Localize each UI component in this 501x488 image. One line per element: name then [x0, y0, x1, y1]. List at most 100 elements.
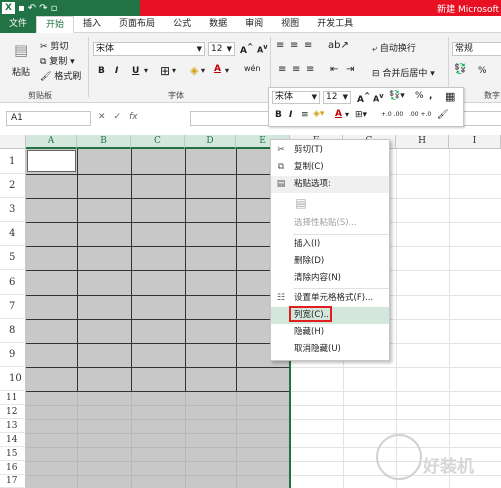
mini-font-name-select[interactable]: 宋体 ▼: [272, 91, 320, 104]
redo-icon[interactable]: ↷: [39, 3, 47, 14]
decrease-indent-icon[interactable]: ⇤: [330, 64, 338, 75]
borders-icon[interactable]: ⊞: [160, 64, 170, 78]
mini-decrease-decimal-button[interactable]: .00 +.0: [409, 111, 431, 118]
fill-color-dropdown-icon[interactable]: ▾: [201, 66, 205, 75]
increase-indent-icon[interactable]: ⇥: [346, 64, 354, 75]
percent-style-button[interactable]: %: [478, 66, 487, 76]
mini-increase-decimal-button[interactable]: +.0 .00: [381, 111, 403, 118]
format-painter-button[interactable]: 🖌 格式刷: [40, 69, 81, 82]
align-bottom-icon[interactable]: ≡: [304, 40, 312, 51]
mini-italic-button[interactable]: I: [289, 110, 292, 120]
align-top-icon[interactable]: ≡: [276, 40, 284, 51]
paste-icon[interactable]: ▤: [14, 41, 28, 59]
active-cell-a1[interactable]: [27, 150, 76, 172]
menu-item-insert[interactable]: 插入(I): [271, 236, 389, 253]
column-header-d[interactable]: D: [185, 135, 236, 149]
menu-item-delete[interactable]: 删除(D): [271, 253, 389, 270]
row-header-9[interactable]: 9: [0, 343, 26, 367]
row-header-6[interactable]: 6: [0, 270, 26, 295]
font-color-button[interactable]: A: [214, 64, 221, 74]
row-header-16[interactable]: 16: [0, 461, 26, 475]
tab-home[interactable]: 开始: [36, 16, 75, 33]
mini-font-color-button[interactable]: A: [335, 109, 342, 119]
column-header-i[interactable]: I: [449, 135, 501, 149]
menu-item-format-cells[interactable]: ☷ 设置单元格格式(F)...: [271, 290, 389, 307]
tab-file[interactable]: 文件: [0, 16, 37, 33]
tab-formulas[interactable]: 公式: [164, 16, 200, 33]
row-header-8[interactable]: 8: [0, 319, 26, 343]
row-header-10[interactable]: 10: [0, 367, 26, 391]
menu-item-paste-special[interactable]: 选择性粘贴(S)...: [271, 215, 389, 232]
font-color-dropdown-icon[interactable]: ▾: [225, 66, 229, 75]
cut-button[interactable]: ✂ 剪切: [40, 39, 68, 52]
grow-font-button[interactable]: A^: [240, 42, 253, 56]
menu-item-clear-contents[interactable]: 清除内容(N): [271, 270, 389, 287]
merge-center-button[interactable]: ⊟ 合并后居中 ▾: [372, 66, 435, 79]
enter-icon[interactable]: ✓: [114, 112, 122, 122]
mini-accounting-icon[interactable]: 💱▾: [389, 91, 405, 101]
mini-percent-button[interactable]: %: [415, 91, 424, 101]
row-header-4[interactable]: 4: [0, 222, 26, 246]
underline-dropdown-icon[interactable]: ▾: [144, 66, 148, 75]
mini-fill-color-icon[interactable]: ◈▾: [313, 109, 324, 119]
font-size-select[interactable]: 12 ▼: [208, 42, 235, 56]
row-header-15[interactable]: 15: [0, 447, 26, 461]
tab-review[interactable]: 审阅: [236, 16, 272, 33]
align-middle-icon[interactable]: ≡: [290, 40, 298, 51]
italic-button[interactable]: I: [115, 66, 118, 76]
cancel-icon[interactable]: ✕: [98, 112, 106, 122]
mini-format-painter-icon[interactable]: 🖌: [437, 110, 448, 120]
column-header-a[interactable]: A: [26, 135, 77, 149]
borders-dropdown-icon[interactable]: ▾: [172, 66, 176, 75]
bold-button[interactable]: B: [98, 66, 105, 76]
paste-button[interactable]: 粘贴: [12, 65, 30, 78]
accounting-format-icon[interactable]: 💱: [454, 64, 466, 75]
mini-format-icon[interactable]: ▦: [445, 90, 455, 103]
tab-data[interactable]: 数据: [200, 16, 236, 33]
underline-button[interactable]: U: [132, 66, 139, 76]
insert-function-icon[interactable]: fx: [129, 112, 138, 122]
orientation-icon[interactable]: ab↗: [328, 40, 349, 51]
mini-font-color-dropdown-icon[interactable]: ▾: [345, 110, 349, 119]
menu-item-cut[interactable]: ✂ 剪切(T): [271, 142, 389, 159]
font-name-select[interactable]: 宋体 ▼: [93, 42, 205, 56]
align-right-icon[interactable]: ≡: [306, 64, 314, 75]
menu-item-copy[interactable]: ⧉ 复制(C): [271, 159, 389, 176]
mini-borders-icon[interactable]: ⊞▾: [355, 110, 367, 120]
row-header-17[interactable]: 17: [0, 475, 26, 488]
menu-item-hide[interactable]: 隐藏(H): [271, 324, 389, 341]
shrink-font-button[interactable]: Av: [257, 43, 268, 55]
mini-align-icon[interactable]: ≡: [301, 110, 309, 120]
mini-bold-button[interactable]: B: [275, 110, 282, 120]
column-header-b[interactable]: B: [77, 135, 131, 149]
row-header-12[interactable]: 12: [0, 405, 26, 419]
row-header-1[interactable]: 1: [0, 149, 26, 174]
mini-grow-font-icon[interactable]: A^: [357, 91, 370, 105]
select-all-corner[interactable]: [0, 135, 26, 149]
tab-developer[interactable]: 开发工具: [308, 16, 362, 33]
undo-icon[interactable]: ↶: [28, 3, 36, 14]
menu-item-unhide[interactable]: 取消隐藏(U): [271, 341, 389, 358]
column-header-h[interactable]: H: [396, 135, 449, 149]
number-format-select[interactable]: 常规: [452, 42, 501, 56]
align-center-icon[interactable]: ≡: [292, 64, 300, 75]
row-header-2[interactable]: 2: [0, 174, 26, 198]
row-header-11[interactable]: 11: [0, 391, 26, 405]
row-header-7[interactable]: 7: [0, 295, 26, 319]
row-header-5[interactable]: 5: [0, 246, 26, 270]
fill-color-icon[interactable]: ◈: [190, 64, 198, 77]
mini-comma-button[interactable]: ,: [429, 91, 432, 101]
column-header-c[interactable]: C: [131, 135, 185, 149]
tab-page-layout[interactable]: 页面布局: [110, 16, 164, 33]
copy-button[interactable]: ⧉ 复制 ▾: [40, 54, 75, 67]
tab-view[interactable]: 视图: [272, 16, 308, 33]
wrap-text-button[interactable]: ⤶ 自动换行: [372, 41, 416, 54]
row-header-3[interactable]: 3: [0, 198, 26, 222]
row-header-14[interactable]: 14: [0, 433, 26, 447]
paste-option-button[interactable]: ▤: [271, 195, 389, 215]
print-preview-icon[interactable]: ▫: [51, 3, 58, 14]
align-left-icon[interactable]: ≡: [278, 64, 286, 75]
save-icon[interactable]: ▪: [18, 3, 25, 14]
mini-shrink-font-icon[interactable]: Av: [373, 92, 384, 104]
mini-font-size-select[interactable]: 12 ▼: [323, 91, 351, 104]
